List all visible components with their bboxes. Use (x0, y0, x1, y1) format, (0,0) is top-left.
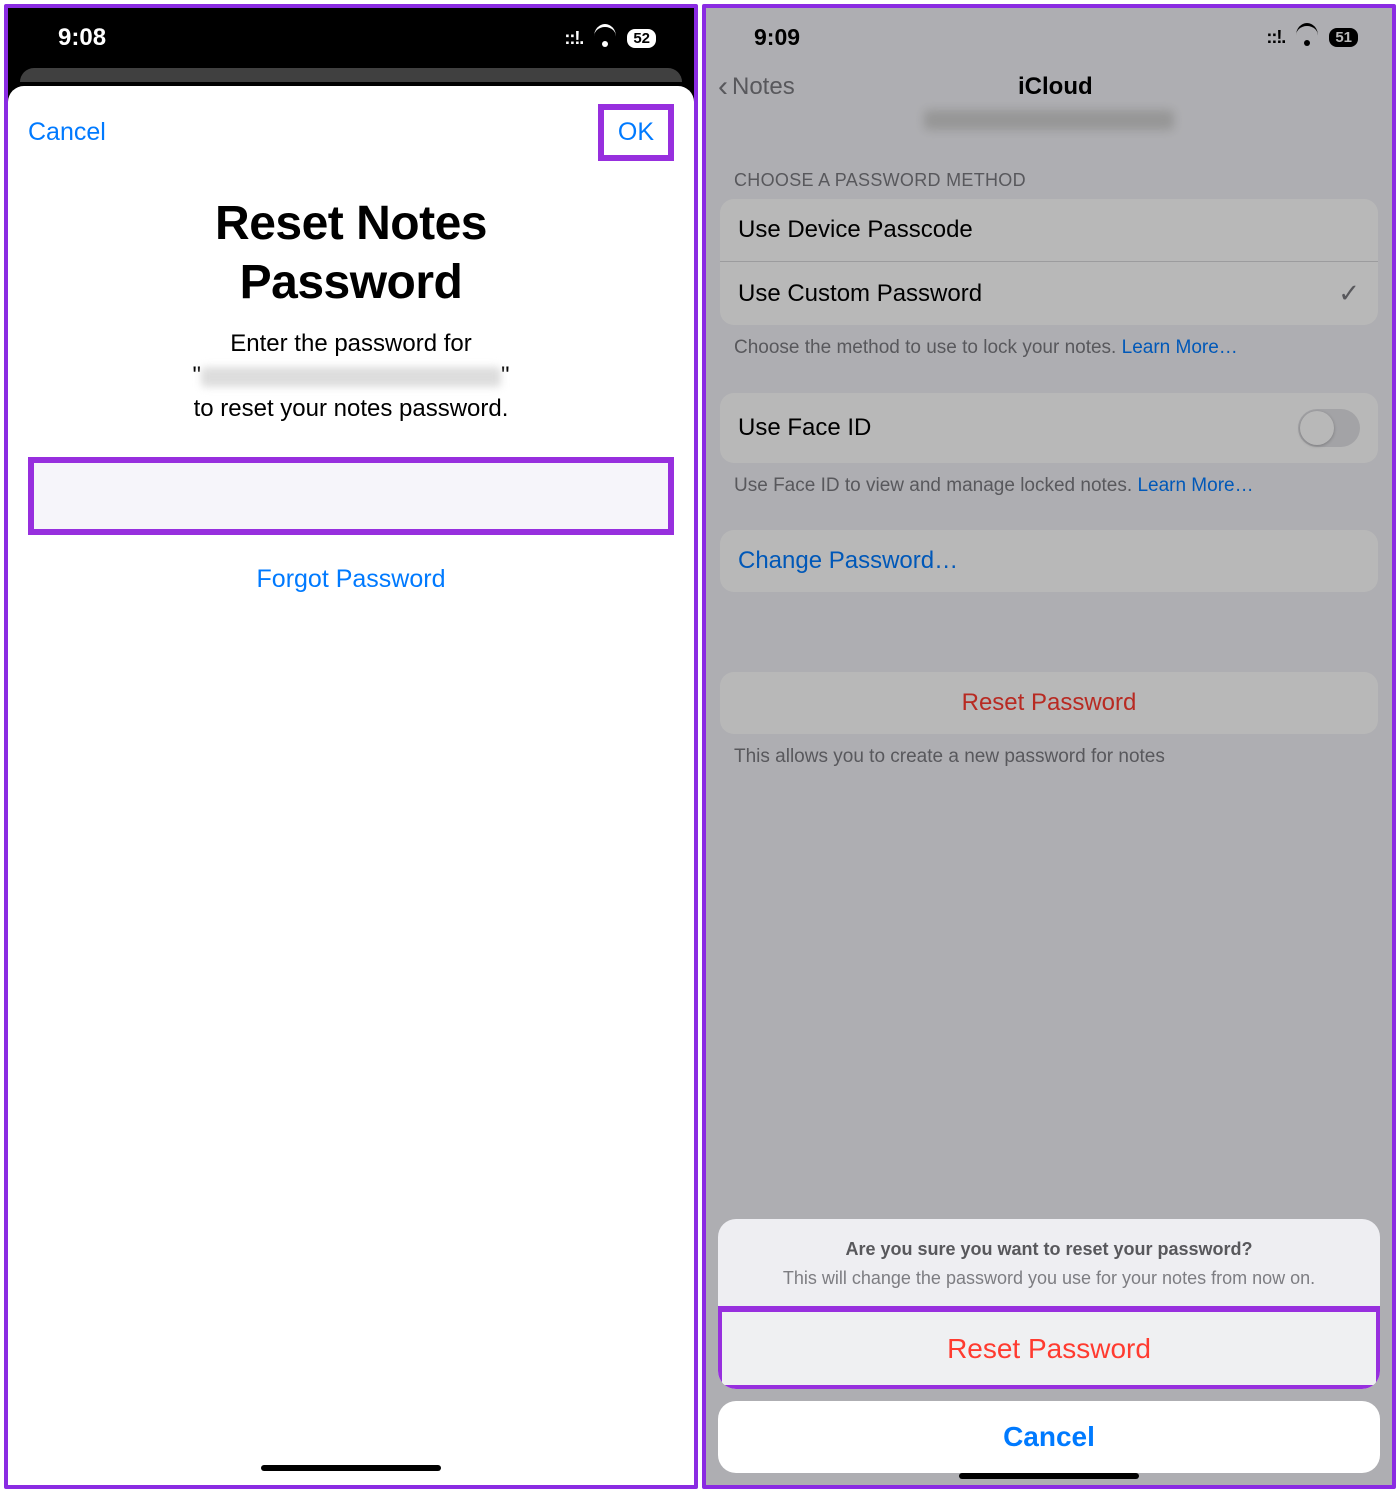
cancel-button[interactable]: Cancel (28, 118, 106, 147)
faceid-toggle[interactable] (1298, 409, 1360, 447)
wifi-icon (1295, 28, 1319, 46)
modal-description: Enter the password for "" to reset your … (8, 328, 694, 425)
status-icons: ::!. 51 (1266, 27, 1358, 48)
forgot-password-link[interactable]: Forgot Password (8, 565, 694, 594)
checkmark-icon: ✓ (1338, 278, 1360, 309)
home-indicator[interactable] (959, 1473, 1139, 1479)
redacted-email (201, 367, 501, 387)
sheet-question: Are you sure you want to reset your pass… (740, 1239, 1358, 1260)
page-title: iCloud (735, 73, 1376, 101)
modal-title: Reset NotesPassword (8, 195, 694, 312)
signal-icon: ::!. (1266, 27, 1285, 48)
faceid-group: Use Face ID (720, 393, 1378, 463)
signal-icon: ::!. (564, 28, 583, 49)
modal-background-strip (20, 68, 682, 82)
status-time: 9:08 (58, 24, 106, 52)
phone-left: 9:08 ::!. 52 Cancel OK Reset NotesPasswo… (4, 4, 698, 1489)
sheet-cancel-button[interactable]: Cancel (718, 1401, 1380, 1473)
faceid-footer: Use Face ID to view and manage locked no… (706, 463, 1392, 499)
nav-bar: ‹ Notes iCloud (706, 66, 1392, 110)
action-sheet-header: Are you sure you want to reset your pass… (718, 1219, 1380, 1308)
reset-footer: This allows you to create a new password… (706, 734, 1392, 770)
sheet-subtitle: This will change the password you use fo… (740, 1266, 1358, 1290)
back-chevron-icon[interactable]: ‹ (718, 72, 728, 102)
phone-right: 9:09 ::!. 51 ‹ Notes iCloud CHOOSE A PAS… (702, 4, 1396, 1489)
change-password-group: Change Password… (720, 530, 1378, 592)
action-sheet: Are you sure you want to reset your pass… (718, 1219, 1380, 1473)
battery-icon: 52 (627, 29, 656, 48)
learn-more-link[interactable]: Learn More… (1137, 475, 1253, 496)
action-sheet-card: Are you sure you want to reset your pass… (718, 1219, 1380, 1389)
use-device-passcode-cell[interactable]: Use Device Passcode (720, 199, 1378, 261)
battery-icon: 51 (1329, 28, 1358, 47)
wifi-icon (593, 29, 617, 47)
use-faceid-cell[interactable]: Use Face ID (720, 393, 1378, 463)
reset-password-group: Reset Password (720, 672, 1378, 734)
password-method-group: Use Device Passcode Use Custom Password … (720, 199, 1378, 325)
status-icons: ::!. 52 (564, 28, 656, 49)
change-password-cell[interactable]: Change Password… (720, 530, 1378, 592)
modal-nav: Cancel OK (8, 86, 694, 171)
ok-button[interactable]: OK (598, 104, 674, 161)
sheet-reset-button[interactable]: Reset Password (718, 1308, 1380, 1389)
status-bar: 9:08 ::!. 52 (8, 8, 694, 68)
redacted-account (924, 110, 1174, 130)
use-custom-password-cell[interactable]: Use Custom Password ✓ (720, 261, 1378, 325)
learn-more-link[interactable]: Learn More… (1122, 337, 1238, 358)
status-bar: 9:09 ::!. 51 (706, 8, 1392, 66)
section-header-method: CHOOSE A PASSWORD METHOD (706, 146, 1392, 199)
password-input[interactable] (28, 457, 674, 535)
method-footer: Choose the method to use to lock your no… (706, 325, 1392, 361)
reset-password-cell[interactable]: Reset Password (720, 672, 1378, 734)
reset-password-modal: Cancel OK Reset NotesPassword Enter the … (8, 86, 694, 1485)
status-time: 9:09 (754, 24, 800, 51)
home-indicator[interactable] (261, 1465, 441, 1471)
